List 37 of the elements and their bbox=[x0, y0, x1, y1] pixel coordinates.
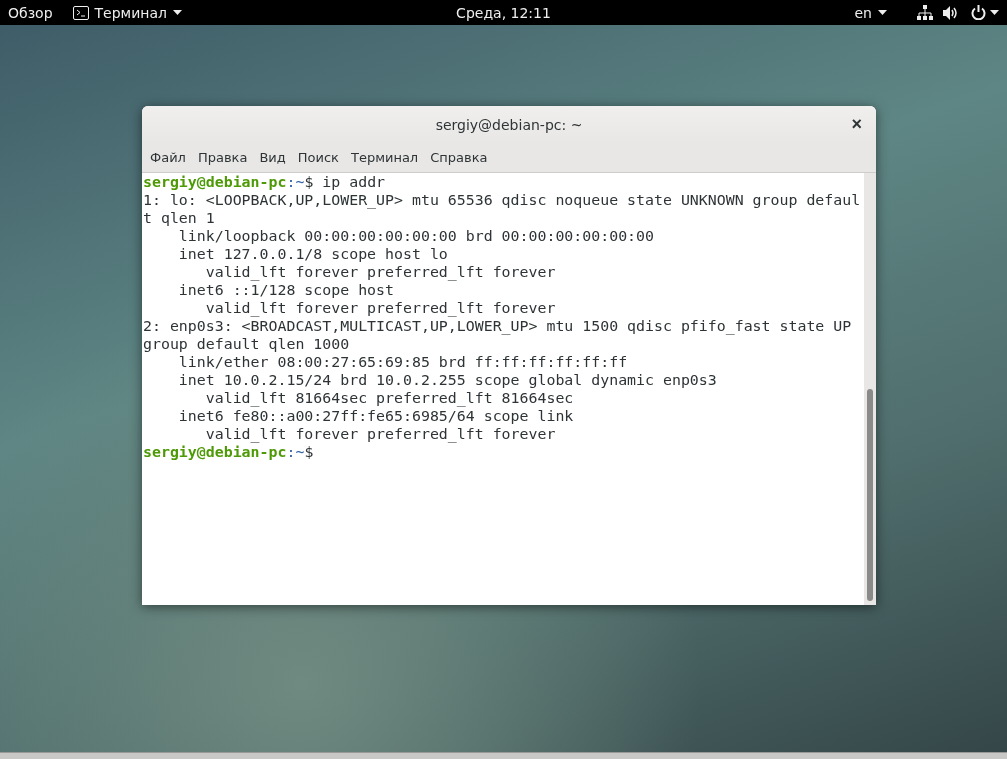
caret-icon bbox=[990, 10, 999, 15]
output-line: valid_lft 81664sec preferred_lft 81664sec bbox=[204, 389, 575, 407]
close-button[interactable]: × bbox=[847, 114, 866, 135]
caret-icon bbox=[878, 10, 887, 15]
output-line: valid_lft forever preferred_lft forever bbox=[204, 263, 557, 281]
prompt-line: sergiy@debian-pc:~$ ip addr bbox=[143, 173, 387, 191]
menu-item[interactable]: Поиск bbox=[291, 150, 345, 165]
prompt-line: sergiy@debian-pc:~$ bbox=[143, 443, 315, 461]
power-icon[interactable] bbox=[971, 5, 986, 20]
scrollbar-thumb[interactable] bbox=[867, 389, 873, 601]
menu-item[interactable]: Справка bbox=[424, 150, 494, 165]
window-title: sergiy@debian-pc: ~ bbox=[435, 116, 583, 133]
terminal-icon bbox=[72, 5, 89, 20]
menu-item[interactable]: Правка bbox=[191, 150, 254, 165]
output-line: inet 10.0.2.15/24 brd 10.0.2.255 scope global dynamic enp0s3 bbox=[177, 371, 718, 389]
volume-icon[interactable] bbox=[943, 5, 959, 20]
output-line: inet6 fe80::a00:27ff:fe65:6985/64 scope link bbox=[177, 407, 575, 425]
activities-button[interactable]: Обзор bbox=[8, 4, 53, 21]
output-line: valid_lft forever preferred_lft forever bbox=[204, 299, 557, 317]
app-menu[interactable]: Терминал bbox=[72, 4, 182, 21]
menu-item[interactable]: Файл bbox=[144, 150, 192, 165]
clock[interactable]: Среда, 12:11 bbox=[456, 4, 551, 21]
output-line: link/ether 08:00:27:65:69:85 brd ff:ff:ff:ff:ff:ff bbox=[177, 353, 629, 371]
output-line: inet6 ::1/128 scope host bbox=[177, 281, 396, 299]
scrollbar[interactable] bbox=[864, 173, 876, 605]
output-line: valid_lft forever preferred_lft forever bbox=[204, 425, 557, 443]
output-line: t qlen 1 bbox=[143, 209, 216, 227]
menu-item[interactable]: Вид bbox=[253, 150, 292, 165]
output-line: 2: enp0s3: <BROADCAST,MULTICAST,UP,LOWER_UP> mtu 1500 qdisc pfifo_fast state UP bbox=[143, 317, 853, 335]
output-line: 1: lo: <LOOPBACK,UP,LOWER_UP> mtu 65536 qdisc noqueue state UNKNOWN group defaul bbox=[143, 191, 862, 209]
network-icon[interactable] bbox=[917, 5, 933, 20]
language-menu[interactable]: en bbox=[854, 4, 887, 21]
output-line: inet 127.0.0.1/8 scope host lo bbox=[177, 245, 449, 263]
menu-item[interactable]: Терминал bbox=[344, 150, 425, 165]
output-line: link/loopback 00:00:00:00:00:00 brd 00:00:00:00:00:00 bbox=[177, 227, 655, 245]
caret-icon bbox=[172, 10, 182, 15]
output-line: group default qlen 1000 bbox=[143, 335, 351, 353]
